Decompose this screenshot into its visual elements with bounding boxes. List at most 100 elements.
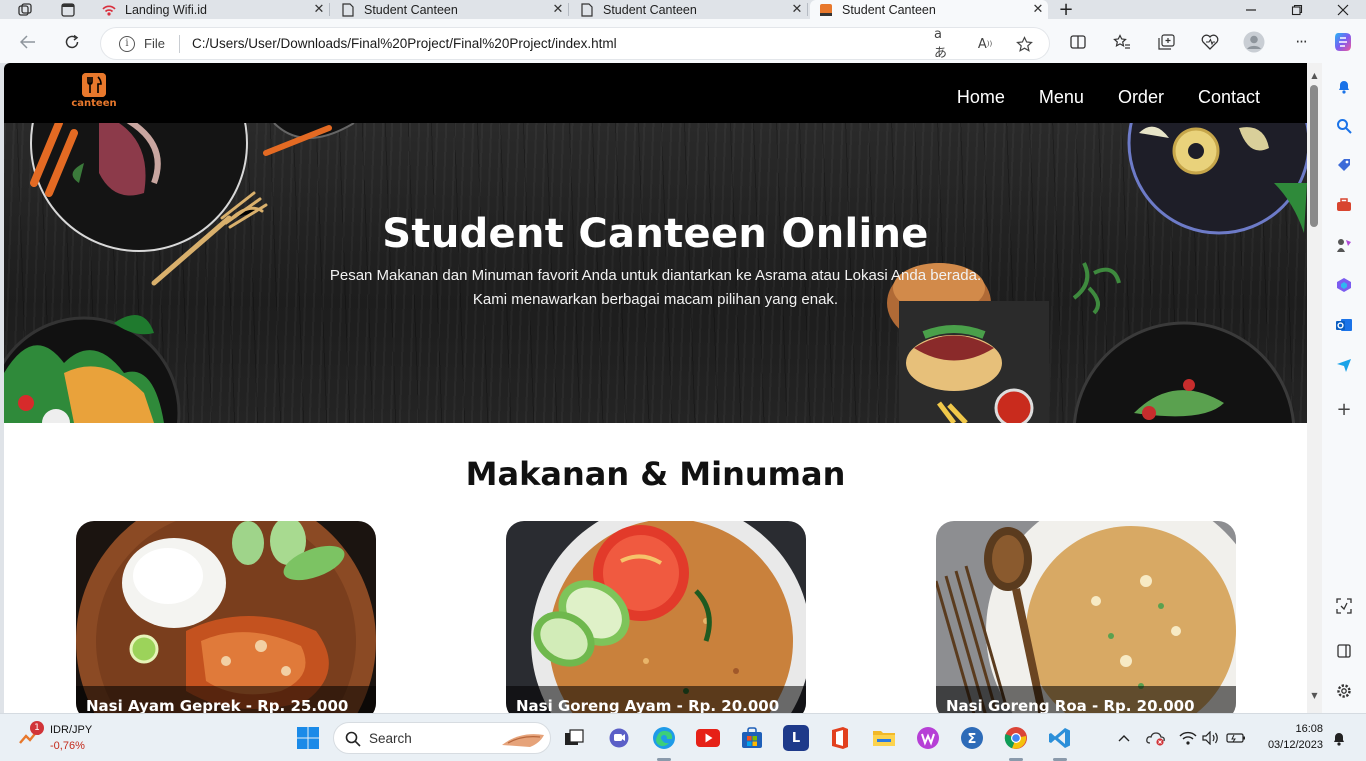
start-windows-icon[interactable] — [295, 725, 321, 751]
url-text[interactable]: C:/Users/User/Downloads/Final%20Project/… — [192, 36, 617, 51]
microsoft-store-icon[interactable] — [739, 725, 765, 751]
clock-time[interactable]: 16:08 — [1268, 723, 1323, 735]
tab-title: Student Canteen — [603, 2, 697, 17]
scroll-up-icon[interactable]: ▲ — [1310, 71, 1319, 80]
ayam-geprek-photo — [76, 521, 376, 713]
chrome-icon[interactable] — [1003, 725, 1029, 751]
notification-center-bell-icon[interactable] — [1326, 725, 1352, 751]
tab-close-icon[interactable]: ✕ — [548, 2, 568, 17]
site-nav-links: Home Menu Order Contact — [957, 87, 1260, 108]
task-view-icon[interactable] — [561, 725, 587, 751]
tab-title: Student Canteen — [842, 2, 936, 17]
wifi-favicon-icon — [102, 3, 116, 17]
nasi-goreng-ayam-photo — [506, 521, 806, 713]
tab-actions-icon[interactable] — [55, 0, 81, 19]
card-caption: Nasi Goreng Roa - Rp. 20.000 — [946, 697, 1195, 713]
address-bar[interactable]: i File C:/Users/User/Downloads/Final%20P… — [101, 27, 1049, 61]
favorite-star-icon[interactable] — [1014, 34, 1034, 54]
browser-toolbar: i File C:/Users/User/Downloads/Final%20P… — [0, 19, 1366, 63]
widget-ticker: IDR/JPY — [50, 724, 93, 736]
clock-date[interactable]: 03/12/2023 — [1258, 739, 1323, 751]
browser-tab-strip: Landing Wifi.id ✕ Student Canteen ✕ Stud… — [0, 0, 1366, 20]
split-screen-icon[interactable] — [1065, 29, 1091, 55]
translate-icon[interactable]: aあ — [934, 27, 954, 61]
card-caption-bg: Nasi Ayam Geprek - Rp. 25.000 — [76, 686, 376, 713]
nasi-goreng-roa-photo — [936, 521, 1236, 713]
add-sidebar-app-icon[interactable]: + — [1333, 398, 1355, 420]
hide-sidebar-icon[interactable] — [1333, 640, 1355, 662]
sidebar-settings-gear-icon[interactable] — [1333, 680, 1355, 702]
search-highlight-icon — [502, 734, 544, 747]
sidebar-search-icon[interactable] — [1333, 115, 1355, 137]
tab-title: Student Canteen — [364, 2, 458, 17]
profile-avatar-icon[interactable] — [1241, 29, 1267, 55]
tab-close-icon[interactable]: ✕ — [1028, 2, 1048, 17]
tab-landing-wifi[interactable]: Landing Wifi.id ✕ — [102, 0, 330, 19]
card-caption-bg: Nasi Goreng Roa - Rp. 20.000 — [936, 686, 1236, 713]
menu-section-title: Makanan & Minuman — [465, 455, 846, 493]
calculator-sigma-icon[interactable]: Σ — [959, 725, 985, 751]
games-icon[interactable] — [1333, 234, 1355, 256]
taskbar-search-box[interactable]: Search — [333, 722, 551, 754]
widget-badge: 1 — [30, 721, 44, 735]
browser-essentials-icon[interactable] — [1197, 29, 1223, 55]
page-scrollbar[interactable]: ▲ ▼ — [1307, 63, 1322, 713]
back-icon[interactable] — [15, 29, 41, 55]
search-icon — [345, 731, 361, 747]
menu-card-nasi-goreng-ayam[interactable]: Nasi Goreng Ayam - Rp. 20.000 — [506, 521, 806, 713]
nav-menu[interactable]: Menu — [1039, 87, 1084, 108]
file-explorer-icon[interactable] — [871, 725, 897, 751]
refresh-icon[interactable] — [59, 29, 85, 55]
new-tab-icon[interactable]: + — [1053, 0, 1079, 20]
vscode-icon[interactable] — [1047, 725, 1073, 751]
scroll-down-icon[interactable]: ▼ — [1310, 691, 1319, 700]
screenshot-capture-icon[interactable] — [1333, 595, 1355, 617]
nav-contact[interactable]: Contact — [1198, 87, 1260, 108]
teams-chat-icon[interactable] — [606, 725, 632, 751]
office-icon[interactable] — [827, 725, 853, 751]
close-window-icon[interactable] — [1330, 0, 1356, 19]
logo-wordmark: canteen — [71, 98, 117, 109]
hero-subtitle: Pesan Makanan dan Minuman favorit Anda u… — [4, 264, 1307, 312]
minimize-icon[interactable] — [1238, 0, 1264, 19]
favorites-icon[interactable] — [1109, 29, 1135, 55]
outlook-icon[interactable] — [1333, 314, 1355, 336]
volume-icon[interactable] — [1198, 725, 1224, 751]
hero-subtitle-line2: Kami menawarkan berbagai macam pilihan y… — [472, 291, 839, 308]
notifications-bell-icon[interactable] — [1333, 75, 1355, 97]
site-navbar: canteen Home Menu Order Contact — [4, 63, 1307, 123]
restore-icon[interactable] — [1284, 0, 1310, 19]
tools-briefcase-icon[interactable] — [1333, 194, 1355, 216]
nav-home[interactable]: Home — [957, 87, 1005, 108]
copilot-icon[interactable] — [1330, 29, 1356, 55]
menu-card-ayam-geprek[interactable]: Nasi Ayam Geprek - Rp. 25.000 — [76, 521, 376, 713]
show-hidden-icons-icon[interactable] — [1111, 725, 1137, 751]
site-info-icon[interactable]: i — [119, 35, 135, 52]
windows-taskbar: 1 IDR/JPY -0,76% Search L Σ 16:08 03/12/… — [0, 713, 1366, 761]
collections-icon[interactable] — [1153, 29, 1179, 55]
hero-banner: Student Canteen Online Pesan Makanan dan… — [4, 123, 1307, 423]
menu-card-nasi-goreng-roa[interactable]: Nasi Goreng Roa - Rp. 20.000 — [936, 521, 1236, 713]
send-icon[interactable] — [1333, 354, 1355, 376]
edge-sidebar: + — [1322, 63, 1366, 713]
settings-more-icon[interactable]: ··· — [1288, 29, 1314, 55]
tab-student-canteen-2[interactable]: Student Canteen ✕ — [580, 0, 808, 19]
battery-icon[interactable] — [1223, 725, 1249, 751]
shopping-tag-icon[interactable] — [1333, 154, 1355, 176]
app-l-icon[interactable]: L — [783, 725, 809, 751]
tab-close-icon[interactable]: ✕ — [787, 2, 807, 17]
nav-order[interactable]: Order — [1118, 87, 1164, 108]
workspaces-icon[interactable] — [12, 0, 38, 19]
svg-text:Σ: Σ — [968, 732, 977, 747]
edge-browser-icon[interactable] — [651, 725, 677, 751]
tab-student-canteen-1[interactable]: Student Canteen ✕ — [341, 0, 569, 19]
youtube-icon[interactable] — [695, 725, 721, 751]
microsoft-365-icon[interactable] — [1333, 274, 1355, 296]
canva-like-app-icon[interactable] — [915, 725, 941, 751]
scrollbar-thumb[interactable] — [1310, 85, 1318, 227]
read-aloud-icon[interactable]: A)) — [975, 34, 995, 54]
onedrive-error-icon[interactable] — [1143, 725, 1169, 751]
canteen-logo[interactable]: canteen — [68, 73, 120, 109]
tab-close-icon[interactable]: ✕ — [309, 2, 329, 17]
tab-student-canteen-active[interactable]: Student Canteen ✕ — [810, 0, 1048, 19]
